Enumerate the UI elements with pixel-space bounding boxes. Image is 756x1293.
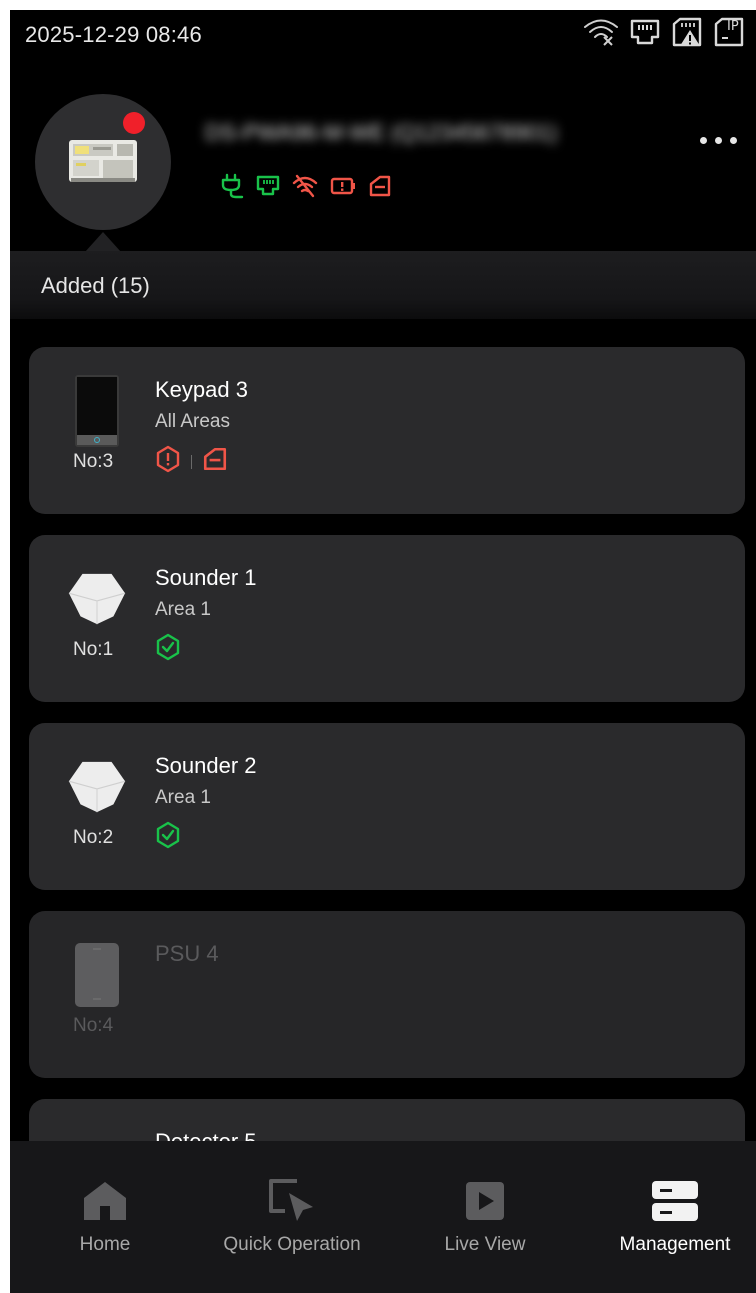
more-button[interactable] [694,128,742,152]
device-name: PSU 4 [155,941,219,966]
wifi-off-icon [582,17,620,47]
check-hex-icon [155,633,181,666]
nav-management[interactable]: Management [600,1141,750,1293]
management-icon [650,1178,700,1224]
device-status-icons [155,633,181,666]
app-screen: 2025-12-29 08:46 IP DS-PWA96-M-WE (Q1234… [10,10,756,1293]
ip-text: IP [727,19,739,34]
nav-label: Quick Operation [223,1234,361,1255]
added-section-header: Added (15) [10,251,756,319]
device-area: All Areas [155,411,230,432]
status-separator [191,454,192,469]
sim-warning-icon [670,16,704,48]
device-card-sounder-2[interactable]: No:2 Sounder 2 Area 1 [29,723,745,890]
device-card-psu-4[interactable]: No:4 PSU 4 [29,911,745,1078]
detector-icon [67,1125,127,1141]
device-number: No:3 [73,451,114,472]
device-card-sounder-1[interactable]: No:1 Sounder 1 Area 1 [29,535,745,702]
home-icon [82,1178,128,1224]
nav-label: Live View [444,1234,526,1255]
device-card-keypad-3[interactable]: No:3 Keypad 3 All Areas [29,347,745,514]
added-count-label: Added (15) [41,273,150,298]
wifi-off-icon [292,174,318,198]
device-status-icons [155,821,181,854]
device-number: No:4 [73,1015,114,1036]
device-number: No:2 [73,827,114,848]
nav-label: Home [79,1234,131,1255]
avatar-pointer [85,232,121,252]
device-number: No:1 [73,639,114,660]
nav-label: Management [619,1234,731,1255]
psu-icon [67,939,127,1011]
bottom-navigation: Home Quick Operation Live View Managemen… [10,1141,756,1293]
live-view-icon [464,1178,506,1224]
nav-quick-operation[interactable]: Quick Operation [207,1141,377,1293]
panel-status-icons [220,173,392,199]
device-name: Detector 5 [155,1129,257,1141]
ip-icon: IP [712,16,746,48]
quick-operation-icon [267,1178,317,1224]
power-plug-icon [220,173,244,199]
check-hex-icon [155,821,181,854]
alarm-hex-icon [155,445,181,478]
device-card-detector-5[interactable]: Detector 5 [29,1099,745,1141]
ethernet-icon [628,17,662,47]
keypad-icon [67,375,127,447]
alarm-dot [123,112,145,134]
device-area: Area 1 [155,787,211,808]
status-bar: 2025-12-29 08:46 IP [10,10,756,58]
nav-live-view[interactable]: Live View [425,1141,545,1293]
ethernet-icon [256,174,280,198]
device-header: DS-PWA96-M-WE (Q12345678901) [10,58,756,253]
status-icons: IP [582,16,746,48]
tamper-icon [202,446,228,477]
sounder-icon [67,563,127,635]
device-name: Keypad 3 [155,377,248,402]
control-panel-icon [69,140,137,182]
tamper-icon [368,174,392,198]
device-name: Sounder 2 [155,753,257,778]
device-list[interactable]: No:3 Keypad 3 All Areas No:1 Sounder 1 A… [10,320,756,1141]
device-status-icons [155,445,228,478]
device-area: Area 1 [155,599,211,620]
battery-warning-icon [330,175,356,197]
device-name: Sounder 1 [155,565,257,590]
status-datetime: 2025-12-29 08:46 [25,22,202,47]
device-name-blurred: DS-PWA96-M-WE (Q12345678901) [205,120,558,145]
nav-home[interactable]: Home [55,1141,155,1293]
sounder-icon [67,751,127,823]
